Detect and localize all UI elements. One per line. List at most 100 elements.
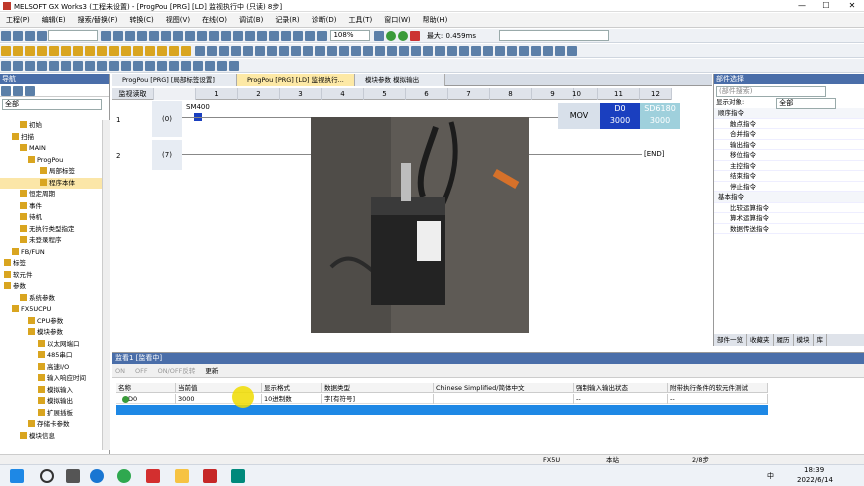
menu-debug[interactable]: 调试(B) bbox=[233, 13, 269, 27]
ladder-tool-icon[interactable] bbox=[399, 46, 410, 56]
ladder-tool-icon[interactable] bbox=[207, 46, 218, 56]
menu-record[interactable]: 记录(R) bbox=[269, 13, 305, 27]
end-instruction[interactable]: [END] bbox=[644, 150, 665, 158]
tree-item[interactable]: 输入响应时间 bbox=[0, 373, 102, 385]
watch-on-button[interactable]: ON bbox=[115, 367, 125, 375]
tree-item[interactable]: 事件 bbox=[0, 201, 102, 213]
maximize-button[interactable]: ☐ bbox=[814, 0, 838, 12]
ladder-tool-icon[interactable] bbox=[507, 46, 518, 56]
close-button[interactable]: ✕ bbox=[840, 0, 864, 12]
watch-toggle-button[interactable]: ON/OFF反转 bbox=[158, 367, 196, 375]
vline-icon[interactable] bbox=[85, 46, 95, 56]
menu-project[interactable]: 工程(P) bbox=[0, 13, 36, 27]
ladder-tool-icon[interactable] bbox=[243, 46, 254, 56]
tree-item[interactable]: 恒定周期 bbox=[0, 189, 102, 201]
task-view-icon[interactable] bbox=[66, 469, 80, 483]
gear-icon[interactable] bbox=[25, 86, 35, 96]
navigation-filter-select[interactable]: 全部 bbox=[2, 99, 102, 110]
device-icon[interactable] bbox=[245, 31, 256, 41]
ladder-tool-icon[interactable] bbox=[195, 46, 206, 56]
ladder-tool-icon[interactable] bbox=[531, 46, 542, 56]
tab-ladder-monitor[interactable]: ProgPou [PRG] [LD] 监视执行... bbox=[237, 74, 355, 86]
ladder-symbol-icon[interactable] bbox=[205, 61, 215, 71]
coil-icon[interactable] bbox=[49, 46, 59, 56]
rising-pulse-icon[interactable] bbox=[121, 46, 131, 56]
open-icon[interactable] bbox=[13, 31, 23, 41]
zoom-in-icon[interactable] bbox=[305, 31, 316, 41]
parts-item[interactable]: 主控指令 bbox=[714, 161, 864, 171]
menu-convert[interactable]: 转换(C) bbox=[123, 13, 159, 27]
rising-pulse-parallel-icon[interactable] bbox=[145, 46, 155, 56]
ladder-tool-icon[interactable] bbox=[303, 46, 314, 56]
tree-item[interactable]: 模块参数 bbox=[0, 327, 102, 339]
statement-icon[interactable] bbox=[281, 31, 292, 41]
pdf-reader-icon[interactable] bbox=[203, 469, 217, 483]
display-target-select[interactable]: 全部 bbox=[776, 98, 837, 109]
clock-time[interactable]: 18:39 bbox=[804, 466, 824, 474]
tree-item[interactable]: FX5UCPU bbox=[0, 304, 102, 316]
tree-item[interactable]: 软元件 bbox=[0, 270, 102, 282]
tree-item[interactable]: 参数 bbox=[0, 281, 102, 293]
ladder-tool-icon[interactable] bbox=[423, 46, 434, 56]
parts-item[interactable]: 合并指令 bbox=[714, 129, 864, 140]
tree-item[interactable]: 扫描 bbox=[0, 132, 102, 144]
falling-pulse-parallel-icon[interactable] bbox=[157, 46, 167, 56]
tree-item-selected[interactable]: 程序本体 bbox=[0, 177, 102, 189]
ladder-symbol-icon[interactable] bbox=[133, 61, 143, 71]
parts-item[interactable]: 移位指令 bbox=[714, 150, 864, 161]
parts-search-input[interactable]: (部件搜索) bbox=[716, 86, 826, 97]
ladder-tool-icon[interactable] bbox=[567, 46, 578, 56]
menu-diagnostics[interactable]: 诊断(D) bbox=[306, 13, 343, 27]
monitor-icon[interactable] bbox=[221, 31, 232, 41]
undo-icon[interactable] bbox=[137, 31, 148, 41]
copy-icon[interactable] bbox=[113, 31, 124, 41]
app-icon[interactable] bbox=[146, 469, 160, 483]
ladder-tool-icon[interactable] bbox=[327, 46, 338, 56]
ladder-tool-icon[interactable] bbox=[315, 46, 326, 56]
tree-item[interactable]: 模块信息 bbox=[0, 431, 102, 443]
gxworks-icon[interactable] bbox=[231, 469, 245, 483]
nav-tool-icon[interactable] bbox=[13, 86, 23, 96]
hline-icon[interactable] bbox=[73, 46, 83, 56]
parallel-no-icon[interactable] bbox=[25, 46, 35, 56]
ladder-tool-icon[interactable] bbox=[447, 46, 458, 56]
ladder-tool-icon[interactable] bbox=[555, 46, 566, 56]
tab-favorites[interactable]: 收藏夹 bbox=[747, 334, 774, 346]
new-icon[interactable] bbox=[1, 31, 11, 41]
menu-help[interactable]: 帮助(H) bbox=[417, 13, 454, 27]
ladder-symbol-icon[interactable] bbox=[37, 61, 47, 71]
tab-module-parameter[interactable]: 模块参数 模拟输出 bbox=[355, 74, 445, 86]
tree-item[interactable]: 无执行类型指定 bbox=[0, 224, 102, 236]
parts-item[interactable]: 输出指令 bbox=[714, 140, 864, 150]
tab-library[interactable]: 库 bbox=[814, 334, 827, 346]
ladder-tool-icon[interactable] bbox=[267, 46, 278, 56]
instruction-mov[interactable]: MOV bbox=[558, 103, 600, 129]
toolbar-dropdown[interactable] bbox=[48, 30, 98, 41]
ladder-tool-icon[interactable] bbox=[219, 46, 230, 56]
clock-date[interactable]: 2022/6/14 bbox=[797, 476, 833, 484]
tab-local-labels[interactable]: ProgPou [PRG] [局部标签设置] bbox=[112, 74, 237, 86]
operand-src[interactable]: SD6180 3000 bbox=[640, 103, 680, 129]
ladder-tool-icon[interactable] bbox=[231, 46, 242, 56]
tab-history[interactable]: 履历 bbox=[774, 334, 794, 346]
menu-window[interactable]: 窗口(W) bbox=[378, 13, 416, 27]
read-plc-icon[interactable] bbox=[197, 31, 208, 41]
ladder-tool-icon[interactable] bbox=[291, 46, 302, 56]
watch-selected-row[interactable] bbox=[116, 405, 768, 415]
run-icon[interactable] bbox=[385, 31, 396, 41]
ladder-tool-icon[interactable] bbox=[375, 46, 386, 56]
navigation-scrollbar[interactable] bbox=[102, 120, 110, 450]
tree-item[interactable]: 以太网端口 bbox=[0, 339, 102, 351]
ladder-symbol-icon[interactable] bbox=[25, 61, 35, 71]
tree-item[interactable]: 模拟输入 bbox=[0, 385, 102, 397]
label-icon[interactable] bbox=[257, 31, 268, 41]
ladder-symbol-icon[interactable] bbox=[169, 61, 179, 71]
tree-item[interactable]: 待机 bbox=[0, 212, 102, 224]
ladder-tool-icon[interactable] bbox=[435, 46, 446, 56]
tree-item[interactable]: ProgPou bbox=[0, 155, 102, 167]
ladder-symbol-icon[interactable] bbox=[109, 61, 119, 71]
parts-item[interactable]: 结束指令 bbox=[714, 171, 864, 182]
inline-st-icon[interactable] bbox=[181, 46, 191, 56]
ladder-tool-icon[interactable] bbox=[459, 46, 470, 56]
windows-start-icon[interactable] bbox=[10, 469, 24, 483]
